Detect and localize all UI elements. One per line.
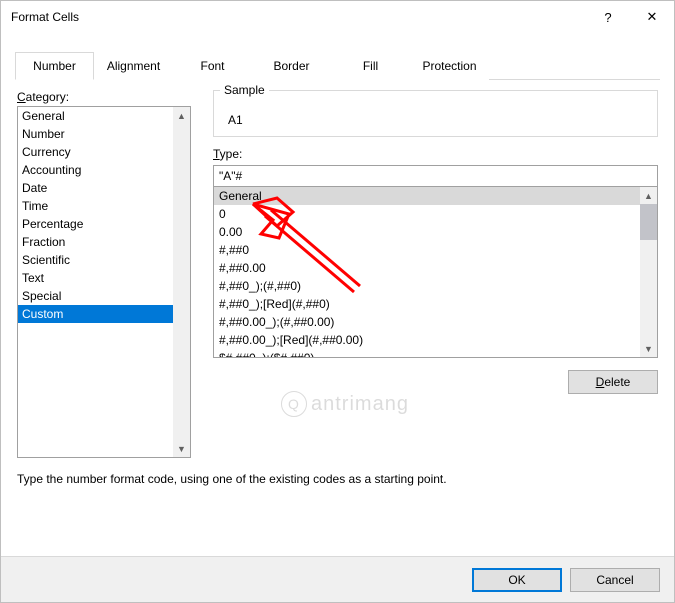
tab-fill[interactable]: Fill xyxy=(331,52,410,80)
titlebar: Format Cells ? ✕ xyxy=(1,1,674,33)
scroll-down-icon[interactable]: ▼ xyxy=(173,440,190,457)
format-item[interactable]: 0.00 xyxy=(214,223,640,241)
category-item[interactable]: Percentage xyxy=(18,215,173,233)
format-item[interactable]: $#,##0_);($#,##0) xyxy=(214,349,640,357)
category-item[interactable]: Custom xyxy=(18,305,173,323)
sample-value: A1 xyxy=(224,113,647,127)
scroll-down-icon[interactable]: ▼ xyxy=(640,340,657,357)
category-item[interactable]: Fraction xyxy=(18,233,173,251)
tab-strip: NumberAlignmentFontBorderFillProtection xyxy=(15,51,660,80)
category-item[interactable]: Text xyxy=(18,269,173,287)
delete-button[interactable]: Delete xyxy=(568,370,658,394)
cancel-button[interactable]: Cancel xyxy=(570,568,660,592)
scroll-thumb[interactable] xyxy=(640,204,657,240)
category-item[interactable]: General xyxy=(18,107,173,125)
type-label: Type: xyxy=(213,147,658,161)
type-input[interactable] xyxy=(213,165,658,187)
window-title: Format Cells xyxy=(11,10,586,24)
category-label: Category: xyxy=(17,90,191,104)
hint-text: Type the number format code, using one o… xyxy=(17,472,658,486)
tab-font[interactable]: Font xyxy=(173,52,252,80)
format-item[interactable]: #,##0.00_);(#,##0.00) xyxy=(214,313,640,331)
help-button[interactable]: ? xyxy=(586,1,630,33)
format-item[interactable]: #,##0 xyxy=(214,241,640,259)
category-item[interactable]: Scientific xyxy=(18,251,173,269)
format-item[interactable]: #,##0_);[Red](#,##0) xyxy=(214,295,640,313)
dialog-footer: OK Cancel xyxy=(1,556,674,602)
category-item[interactable]: Currency xyxy=(18,143,173,161)
sample-group: Sample A1 xyxy=(213,90,658,137)
scrollbar[interactable]: ▲ ▼ xyxy=(173,107,190,457)
tab-protection[interactable]: Protection xyxy=(410,52,489,80)
format-item[interactable]: General xyxy=(214,187,640,205)
format-listbox[interactable]: General00.00#,##0#,##0.00#,##0_);(#,##0)… xyxy=(213,186,658,358)
category-listbox[interactable]: GeneralNumberCurrencyAccountingDateTimeP… xyxy=(17,106,191,458)
scroll-up-icon[interactable]: ▲ xyxy=(640,187,657,204)
close-button[interactable]: ✕ xyxy=(630,1,674,33)
sample-legend: Sample xyxy=(220,83,269,97)
format-item[interactable]: #,##0.00 xyxy=(214,259,640,277)
category-item[interactable]: Time xyxy=(18,197,173,215)
category-item[interactable]: Special xyxy=(18,287,173,305)
format-item[interactable]: 0 xyxy=(214,205,640,223)
tab-number[interactable]: Number xyxy=(15,52,94,80)
scroll-up-icon[interactable]: ▲ xyxy=(173,107,190,124)
format-item[interactable]: #,##0_);(#,##0) xyxy=(214,277,640,295)
tab-alignment[interactable]: Alignment xyxy=(94,52,173,80)
tab-border[interactable]: Border xyxy=(252,52,331,80)
category-item[interactable]: Accounting xyxy=(18,161,173,179)
category-item[interactable]: Number xyxy=(18,125,173,143)
format-item[interactable]: #,##0.00_);[Red](#,##0.00) xyxy=(214,331,640,349)
category-item[interactable]: Date xyxy=(18,179,173,197)
ok-button[interactable]: OK xyxy=(472,568,562,592)
